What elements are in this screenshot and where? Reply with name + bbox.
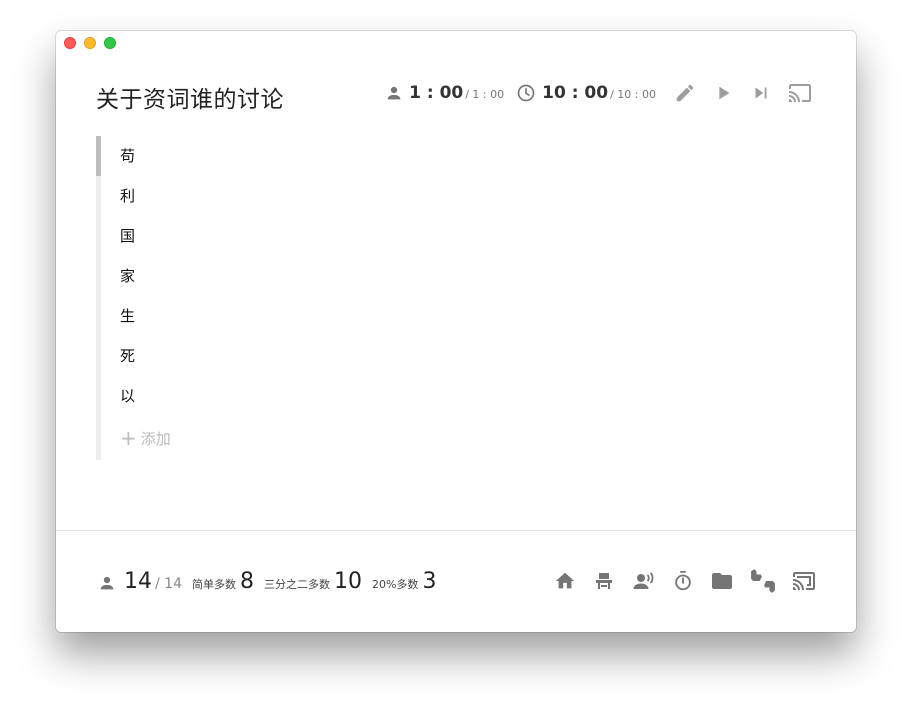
- play-icon[interactable]: [712, 82, 734, 104]
- clock-icon: [516, 83, 536, 103]
- total-count: / 14: [155, 576, 182, 592]
- person-icon: [98, 574, 116, 592]
- speaker-timer: 1 : 00 / 1 : 00: [409, 83, 504, 103]
- speaker-item[interactable]: 家: [120, 256, 320, 296]
- minimize-window-button[interactable]: [84, 37, 96, 49]
- skip-next-icon[interactable]: [750, 82, 772, 104]
- speaker-timer-total: / 1 : 00: [465, 88, 505, 101]
- zoom-window-button[interactable]: [104, 37, 116, 49]
- close-window-button[interactable]: [64, 37, 76, 49]
- simple-majority-value: 8: [239, 569, 254, 594]
- twenty-percent-majority-value: 3: [422, 569, 437, 594]
- add-speaker-button[interactable]: + 添加: [120, 416, 240, 460]
- session-timer-total: / 10 : 00: [610, 88, 656, 101]
- folder-icon[interactable]: [710, 569, 734, 593]
- two-thirds-majority-value: 10: [333, 569, 362, 594]
- speaker-item[interactable]: 利: [120, 176, 320, 216]
- speaker-icon[interactable]: [632, 569, 656, 593]
- speaker-list-track: [96, 136, 101, 460]
- stopwatch-icon[interactable]: [672, 570, 694, 592]
- footer-toolbar: [538, 569, 816, 593]
- add-speaker-label: 添加: [140, 429, 171, 448]
- cast-icon[interactable]: [792, 569, 816, 593]
- vote-icon[interactable]: [750, 568, 776, 594]
- quorum-summary: 14 / 14 简单多数 8 三分之二多数 10 20%多数 3: [98, 569, 436, 597]
- session-timer-current: 10 : 00: [542, 83, 609, 103]
- cast-icon[interactable]: [788, 81, 812, 105]
- page-title: 关于资词谁的讨论: [96, 87, 284, 113]
- plus-icon: +: [120, 426, 137, 450]
- speaker-item[interactable]: 生: [120, 296, 320, 336]
- two-thirds-majority-label: 三分之二多数: [263, 578, 330, 591]
- edit-icon[interactable]: [674, 82, 696, 104]
- speaker-list: 苟 利 国 家 生 死 以 + 添加: [120, 136, 320, 460]
- speaker-item[interactable]: 死: [120, 336, 320, 376]
- seat-icon[interactable]: [592, 569, 616, 593]
- present-count: 14: [124, 569, 152, 594]
- session-timer: 10 : 00 / 10 : 00: [542, 83, 656, 103]
- app-window: 关于资词谁的讨论 1 : 00 / 1 : 00 10 : 00 / 10 : …: [56, 31, 856, 632]
- speaker-item[interactable]: 国: [120, 216, 320, 256]
- speaker-item[interactable]: 苟: [120, 136, 320, 176]
- simple-majority-label: 简单多数: [191, 578, 236, 591]
- person-icon: [385, 84, 403, 102]
- speaker-item[interactable]: 以: [120, 376, 320, 416]
- footer-divider: [56, 530, 856, 531]
- header-toolbar: 1 : 00 / 1 : 00 10 : 00 / 10 : 00: [385, 80, 812, 106]
- home-icon[interactable]: [554, 570, 576, 592]
- window-controls: [64, 37, 116, 49]
- speaker-timer-current: 1 : 00: [409, 83, 464, 103]
- twenty-percent-majority-label: 20%多数: [371, 578, 419, 591]
- active-speaker-indicator: [96, 136, 101, 176]
